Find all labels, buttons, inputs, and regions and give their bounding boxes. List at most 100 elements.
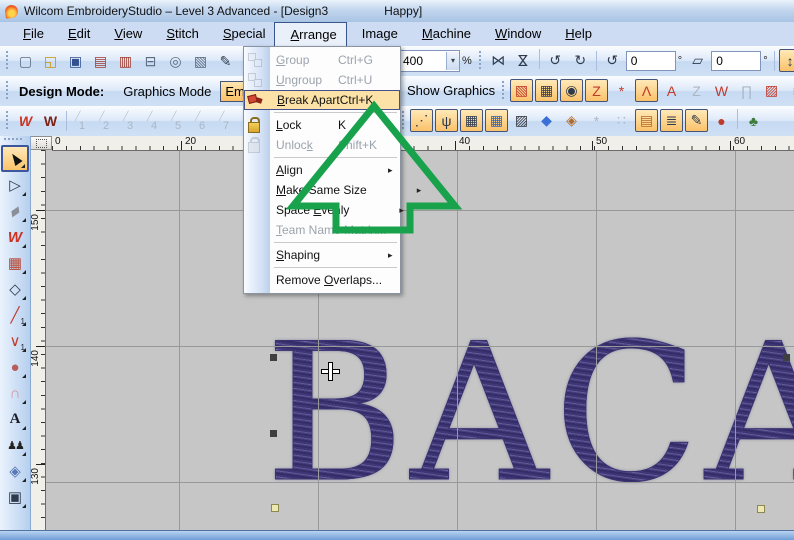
ring-tool[interactable]: ∩ — [2, 380, 28, 406]
knife-tool[interactable]: ▰ — [2, 198, 28, 224]
toolbar-grip[interactable] — [401, 110, 406, 131]
print-preview-icon[interactable]: ◎ — [164, 50, 187, 73]
menu-window[interactable]: Window — [480, 22, 550, 46]
satin-stitch-icon[interactable]: ▧ — [510, 79, 533, 102]
run-digitize-tool[interactable]: ╱ 1 — [2, 302, 28, 328]
print-icon[interactable]: ⊟ — [139, 50, 162, 73]
mirror-vertical-icon[interactable]: ⋈ — [512, 49, 535, 72]
border-tool[interactable]: ▣ — [2, 484, 28, 510]
menu-machine[interactable]: Machine — [407, 22, 480, 46]
ruler-horizontal[interactable]: 0 20 40 50 60 — [52, 136, 794, 151]
e-stitch-icon[interactable]: * — [610, 79, 633, 102]
show-vectors-icon[interactable]: ◆ — [535, 109, 558, 132]
triple-run-tool[interactable]: ∨ 1 — [2, 328, 28, 354]
circle-tool[interactable]: ● — [2, 354, 28, 380]
new-design-icon[interactable]: ▢ — [14, 50, 37, 73]
selection-handle[interactable] — [783, 354, 790, 361]
stitch-block-tool[interactable]: ▦ — [2, 250, 28, 276]
reshape-nodes-tool[interactable]: ◇ — [2, 276, 28, 302]
embroidery-lettering-object[interactable]: BACA — [264, 318, 794, 509]
tool-badge: 1 — [20, 317, 25, 326]
needle-points-icon[interactable]: ψ — [435, 109, 458, 132]
selection-handle[interactable] — [271, 504, 279, 512]
menu-item-ungroup: Ungroup Ctrl+U — [244, 70, 400, 90]
new-design-icon: ▢ — [18, 52, 33, 69]
thread-colors-icon[interactable]: W — [39, 110, 62, 133]
menu-file[interactable]: File — [8, 22, 53, 46]
menu-item-remove-overlaps[interactable]: Remove Overlaps... — [244, 270, 400, 290]
mirror-horizontal-icon[interactable]: ⋈ — [487, 49, 510, 72]
skew-angle-input[interactable]: 0 — [711, 50, 762, 71]
rotate-ccw-icon[interactable]: ↺ — [544, 49, 567, 72]
stitch-bars-icon[interactable]: ≣ — [660, 109, 683, 132]
rotate-cw-icon[interactable]: ↻ — [569, 49, 592, 72]
show-guides-icon[interactable]: ▦ — [485, 109, 508, 132]
insert-design-icon[interactable]: ▤ — [89, 50, 112, 73]
menu-view[interactable]: View — [99, 22, 151, 46]
menu-edit[interactable]: Edit — [53, 22, 99, 46]
toolbar-grip[interactable] — [5, 111, 10, 131]
motif-fill-icon[interactable]: ◉ — [560, 79, 583, 102]
menu-item-break-apart[interactable]: Break Apart Ctrl+K — [244, 90, 400, 110]
menu-item-shaping[interactable]: Shaping ▸ — [244, 245, 400, 265]
ruler-major-tick — [36, 464, 45, 465]
menu-image[interactable]: Image — [347, 22, 407, 46]
monogram-tool[interactable]: ◈ — [2, 458, 28, 484]
auto-start-end-icon[interactable]: ● — [710, 109, 733, 132]
reshape-tool[interactable]: ▷ — [2, 172, 28, 198]
menu-item-make-same-size-label: Make Same Size — [276, 183, 367, 197]
show-graphics-button[interactable]: Show Graphics — [398, 80, 504, 101]
selection-handle[interactable] — [270, 354, 277, 361]
toolbar-grip[interactable] — [5, 51, 10, 71]
tatami-stitch-icon[interactable]: ▦ — [535, 79, 558, 102]
object-properties-icon: ✎ — [690, 112, 703, 128]
menu-item-align[interactable]: Align ▸ — [244, 160, 400, 180]
zoom-level-combobox[interactable]: 400 ▾ — [398, 49, 460, 72]
ruler-origin-button[interactable] — [30, 136, 52, 150]
applique-icon[interactable]: A — [660, 79, 683, 102]
menu-arrange[interactable]: Arrange — [274, 22, 347, 46]
export-design-icon[interactable]: ▥ — [114, 50, 137, 73]
show-grid-icon[interactable]: ▦ — [460, 109, 483, 132]
stemstitch-icon[interactable]: W — [710, 79, 733, 102]
show-bitmap-icon[interactable]: ▨ — [510, 109, 533, 132]
rotate-reset-icon[interactable]: ↺ — [601, 49, 624, 72]
auto-underlay-icon[interactable]: ↕ — [778, 49, 794, 72]
ruler-vertical[interactable]: 150 140 130 — [30, 150, 46, 531]
open-design-icon[interactable]: ◱ — [39, 50, 62, 73]
travel-tool-icon[interactable]: ♣ — [742, 109, 765, 132]
team-names-tool[interactable]: ♟♟ — [2, 432, 28, 458]
contour-stitch-icon[interactable]: Λ — [635, 79, 658, 102]
graphics-mode-button[interactable]: Graphics Mode — [114, 81, 220, 102]
rotate-angle-input[interactable]: 0 — [625, 50, 676, 71]
toolbar-grip[interactable] — [5, 81, 10, 101]
object-properties-icon[interactable]: ✎ — [685, 109, 708, 132]
skew-icon[interactable]: ▱ — [686, 49, 709, 72]
menu-item-lock[interactable]: Lock K — [244, 115, 400, 135]
toolbar-grip[interactable] — [501, 80, 506, 101]
color-film-icon[interactable]: ▤ — [635, 109, 658, 132]
toolbar-grip[interactable] — [477, 50, 483, 71]
selection-handle[interactable] — [270, 430, 277, 437]
menu-file-label: File — [23, 26, 44, 41]
chevron-down-icon[interactable]: ▾ — [446, 51, 459, 70]
send-to-machine-icon[interactable]: ▧ — [189, 50, 212, 73]
save-design-icon[interactable]: ▣ — [64, 50, 87, 73]
design-canvas[interactable]: BACA — [45, 150, 794, 531]
menu-item-space-evenly[interactable]: Space Evenly ▸ — [244, 200, 404, 220]
punch-tool-icon[interactable]: ✎ — [214, 50, 237, 73]
select-tool[interactable]: ▲ — [1, 145, 29, 172]
bottom-scroll-strip[interactable] — [0, 530, 794, 540]
lettering-tool[interactable]: A — [2, 406, 28, 432]
lettering-colors-icon[interactable]: W — [14, 110, 37, 133]
menu-stitch[interactable]: Stitch — [151, 22, 208, 46]
zigzag-stitch-icon[interactable]: Z — [585, 79, 608, 102]
show-design-icon[interactable]: ◈ — [560, 109, 583, 132]
pointer-stitch-icon[interactable]: ⋰ — [410, 109, 433, 132]
selection-handle[interactable] — [757, 505, 765, 513]
toolbox-grip[interactable] — [4, 138, 24, 144]
menu-help[interactable]: Help — [550, 22, 601, 46]
lettering-edit-tool[interactable]: W — [2, 224, 28, 250]
menu-special[interactable]: Special — [208, 22, 275, 46]
menu-item-make-same-size[interactable]: Make Same Size ▸ — [244, 180, 421, 200]
